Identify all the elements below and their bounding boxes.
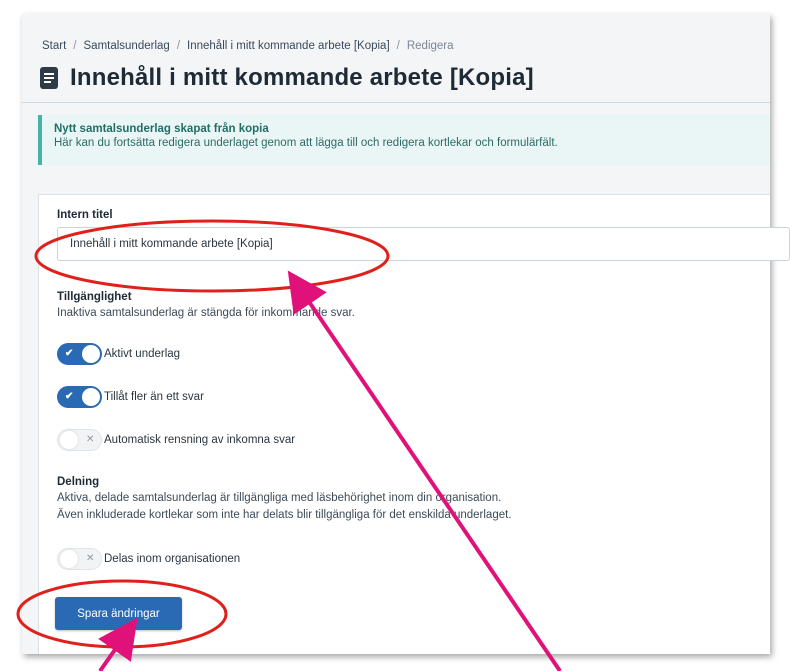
sharing-description-1: Aktiva, delade samtalsunderlag är tillgä… <box>57 492 502 504</box>
form-card <box>38 194 770 654</box>
breadcrumb-separator: / <box>396 40 400 52</box>
multiple-answers-toggle[interactable]: ✔ <box>57 386 102 408</box>
check-icon: ✔ <box>65 348 74 359</box>
sharing-description-2: Även inkluderade kortlekar som inte har … <box>57 509 512 521</box>
share-toggle-label: Delas inom organisationen <box>104 553 241 565</box>
breadcrumb: Start / Samtalsunderlag / Innehåll i mitt ko… <box>42 40 454 52</box>
active-toggle-label: Aktivt underlag <box>104 348 181 360</box>
internal-title-input[interactable]: Innehåll i mitt kommande arbete [Kopia] <box>57 227 790 261</box>
internal-title-label: Intern titel <box>57 209 113 221</box>
header-divider <box>22 102 770 103</box>
multiple-answers-label: Tillåt fler än ett svar <box>104 391 204 403</box>
toggle-row-share: ✕ Delas inom organisationen <box>57 548 240 570</box>
title-row: Innehåll i mitt kommande arbete [Kopia] <box>40 64 534 92</box>
toggle-knob <box>60 431 78 449</box>
x-icon: ✕ <box>86 553 95 564</box>
save-button[interactable]: Spara ändringar <box>55 597 182 630</box>
toggle-knob <box>82 345 100 363</box>
page-title: Innehåll i mitt kommande arbete [Kopia] <box>70 64 534 91</box>
toggle-row-multiple: ✔ Tillåt fler än ett svar <box>57 386 204 408</box>
document-icon <box>40 67 58 89</box>
alert-text: Här kan du fortsätta redigera underlaget… <box>54 137 558 149</box>
breadcrumb-document[interactable]: Innehåll i mitt kommande arbete [Kopia] <box>187 40 390 52</box>
breadcrumb-separator: / <box>73 40 77 52</box>
auto-cleanup-label: Automatisk rensning av inkomna svar <box>104 434 296 446</box>
breadcrumb-separator: / <box>176 40 181 52</box>
auto-cleanup-toggle[interactable]: ✕ <box>57 429 102 451</box>
active-toggle[interactable]: ✔ <box>57 343 102 365</box>
toggle-row-active: ✔ Aktivt underlag <box>57 343 180 365</box>
sharing-heading: Delning <box>57 476 100 488</box>
x-icon: ✕ <box>86 434 95 445</box>
check-icon: ✔ <box>65 391 74 402</box>
availability-heading: Tillgänglighet <box>57 291 132 303</box>
toggle-knob <box>82 388 100 406</box>
availability-description: Inaktiva samtalsunderlag är stängda för … <box>57 307 355 319</box>
toggle-row-cleanup: ✕ Automatisk rensning av inkomna svar <box>57 429 295 451</box>
breadcrumb-samtalsunderlag[interactable]: Samtalsunderlag <box>84 40 170 52</box>
breadcrumb-start[interactable]: Start <box>42 40 66 52</box>
alert-title: Nytt samtalsunderlag skapat från kopia <box>54 123 269 135</box>
toggle-knob <box>60 550 78 568</box>
breadcrumb-current: Redigera <box>406 40 454 52</box>
info-alert: Nytt samtalsunderlag skapat från kopia H… <box>38 115 770 165</box>
share-toggle[interactable]: ✕ <box>57 548 102 570</box>
